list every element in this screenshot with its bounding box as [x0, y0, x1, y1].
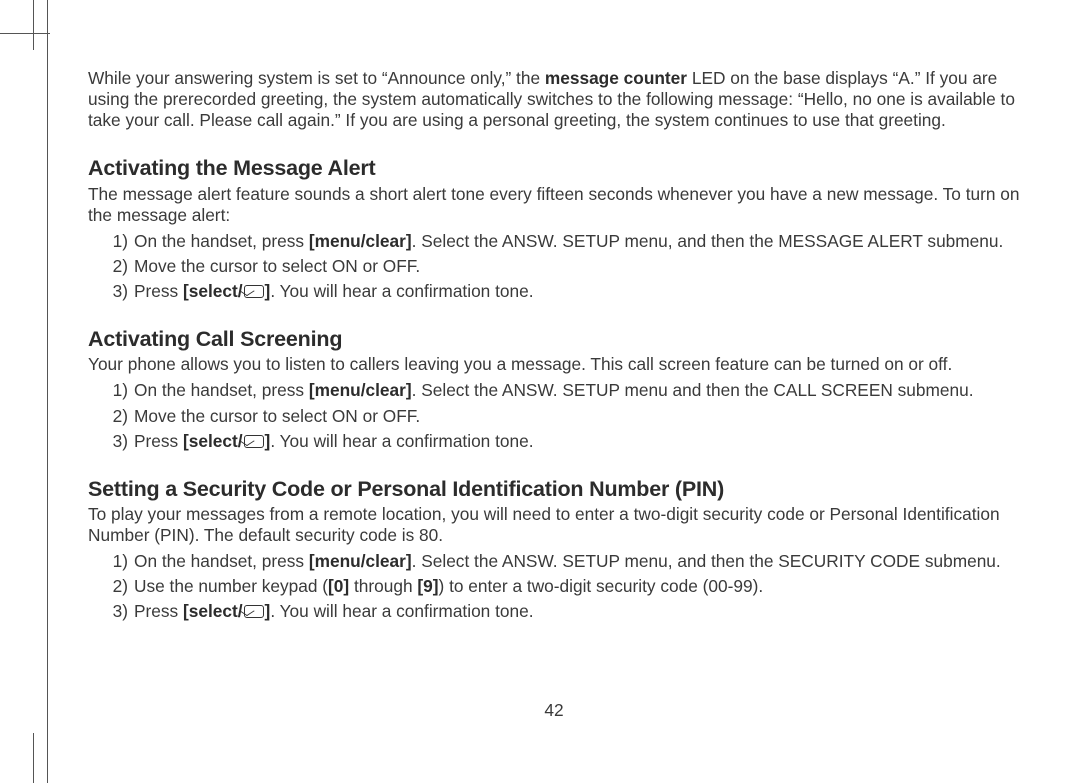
crop-mark-top-vertical: [33, 0, 34, 50]
sec1-steps: 1) On the handset, press [menu/clear]. S…: [88, 230, 1020, 302]
list-item: 2) Use the number keypad ([0] through [9…: [106, 575, 1020, 597]
list-item: 1) On the handset, press [menu/clear]. S…: [106, 379, 1020, 401]
text: through: [349, 576, 417, 596]
intro-bold: message counter: [545, 68, 687, 88]
sec3-steps: 1) On the handset, press [menu/clear]. S…: [88, 550, 1020, 622]
list-item: 3) Press [select/]. You will hear a conf…: [106, 430, 1020, 452]
step-text: Press [select/]. You will hear a confirm…: [134, 600, 1020, 622]
step-text: Move the cursor to select ON or OFF.: [134, 255, 1020, 277]
text: On the handset, press: [134, 231, 309, 251]
step-text: On the handset, press [menu/clear]. Sele…: [134, 379, 1020, 401]
step-text: Move the cursor to select ON or OFF.: [134, 405, 1020, 427]
intro-paragraph: While your answering system is set to “A…: [88, 68, 1020, 131]
key-label: [menu/clear]: [309, 551, 412, 571]
text: Press: [134, 601, 183, 621]
text: . Select the ANSW. SETUP menu, and then …: [412, 551, 1001, 571]
text: Press: [134, 281, 183, 301]
step-number: 2): [106, 575, 128, 597]
key-prefix: [select/: [183, 281, 243, 301]
text: . Select the ANSW. SETUP menu, and then …: [412, 231, 1004, 251]
text: . You will hear a confirmation tone.: [270, 601, 533, 621]
crop-mark-inner-vertical: [47, 0, 48, 783]
key-label: [select/]: [183, 281, 270, 301]
step-text: On the handset, press [menu/clear]. Sele…: [134, 230, 1020, 252]
list-item: 3) Press [select/]. You will hear a conf…: [106, 600, 1020, 622]
key-prefix: [select/: [183, 601, 243, 621]
page-number: 42: [88, 700, 1020, 721]
list-item: 2) Move the cursor to select ON or OFF.: [106, 255, 1020, 277]
step-text: On the handset, press [menu/clear]. Sele…: [134, 550, 1020, 572]
sec2-steps: 1) On the handset, press [menu/clear]. S…: [88, 379, 1020, 451]
sec3-paragraph: To play your messages from a remote loca…: [88, 504, 1020, 546]
key-prefix: [select/: [183, 431, 243, 451]
list-item: 1) On the handset, press [menu/clear]. S…: [106, 550, 1020, 572]
heading-call-screening: Activating Call Screening: [88, 326, 1020, 352]
crop-mark-bottom-vertical: [33, 733, 34, 783]
key-label: [select/]: [183, 601, 270, 621]
step-text: Press [select/]. You will hear a confirm…: [134, 430, 1020, 452]
step-text: Use the number keypad ([0] through [9]) …: [134, 575, 1020, 597]
list-item: 1) On the handset, press [menu/clear]. S…: [106, 230, 1020, 252]
text: . You will hear a confirmation tone.: [270, 281, 533, 301]
step-number: 1): [106, 550, 128, 572]
heading-security-code: Setting a Security Code or Personal Iden…: [88, 476, 1020, 502]
intro-text-a: While your answering system is set to “A…: [88, 68, 545, 88]
heading-message-alert: Activating the Message Alert: [88, 155, 1020, 181]
text: . You will hear a confirmation tone.: [270, 431, 533, 451]
key-label: [menu/clear]: [309, 380, 412, 400]
step-number: 1): [106, 379, 128, 401]
step-number: 3): [106, 600, 128, 622]
text: ) to enter a two-digit security code (00…: [439, 576, 764, 596]
page-content: While your answering system is set to “A…: [88, 68, 1020, 626]
envelope-icon: [244, 605, 264, 618]
step-number: 2): [106, 405, 128, 427]
key-label: [select/]: [183, 431, 270, 451]
step-text: Press [select/]. You will hear a confirm…: [134, 280, 1020, 302]
step-number: 3): [106, 430, 128, 452]
step-number: 1): [106, 230, 128, 252]
text: Use the number keypad (: [134, 576, 328, 596]
text: Press: [134, 431, 183, 451]
text: . Select the ANSW. SETUP menu and then t…: [412, 380, 974, 400]
key-label: [0]: [328, 576, 349, 596]
text: On the handset, press: [134, 551, 309, 571]
sec1-paragraph: The message alert feature sounds a short…: [88, 184, 1020, 226]
sec2-paragraph: Your phone allows you to listen to calle…: [88, 354, 1020, 375]
key-label: [9]: [417, 576, 438, 596]
envelope-icon: [244, 285, 264, 298]
key-label: [menu/clear]: [309, 231, 412, 251]
step-number: 2): [106, 255, 128, 277]
envelope-icon: [244, 435, 264, 448]
text: On the handset, press: [134, 380, 309, 400]
list-item: 3) Press [select/]. You will hear a conf…: [106, 280, 1020, 302]
step-number: 3): [106, 280, 128, 302]
crop-mark-top-horizontal: [0, 33, 50, 34]
list-item: 2) Move the cursor to select ON or OFF.: [106, 405, 1020, 427]
